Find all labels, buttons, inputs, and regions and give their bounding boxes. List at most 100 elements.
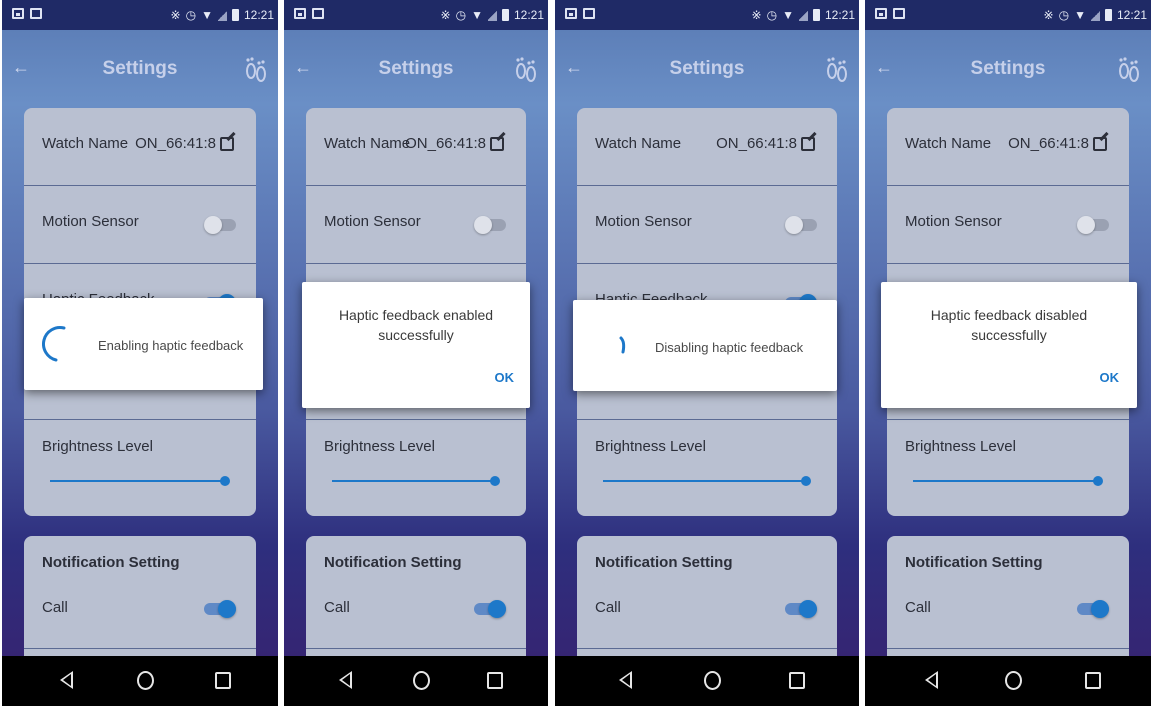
motion-sensor-row: Motion Sensor (887, 186, 1129, 264)
page-title: Settings (378, 58, 454, 79)
signal-icon (217, 9, 227, 21)
brightness-label: Brightness Level (595, 438, 706, 455)
slider-track (913, 480, 1099, 482)
card-divider (24, 648, 256, 649)
toggle-thumb (799, 600, 817, 618)
call-toggle[interactable] (204, 600, 236, 618)
watch-name-row[interactable]: Watch Name ON_66:41:8 (887, 108, 1129, 186)
toggle-thumb (1077, 216, 1095, 234)
watch-name-label: Watch Name (905, 135, 992, 152)
slider-track (332, 480, 496, 482)
footprints-icon[interactable] (242, 54, 270, 84)
notification-setting-title: Notification Setting (595, 554, 733, 571)
alert-message-line1: Haptic feedback disabled (930, 307, 1088, 323)
wifi-icon: ▼ (782, 8, 794, 22)
bluetooth-icon: ※ (751, 8, 762, 22)
ok-button[interactable]: OK (495, 370, 515, 385)
progress-dialog: Disabling haptic feedback (573, 300, 837, 391)
nav-home-icon[interactable] (1005, 671, 1022, 690)
nav-back-icon[interactable] (339, 671, 352, 689)
status-time: 12:21 (1116, 8, 1147, 22)
file-notification-icon (30, 8, 42, 19)
motion-sensor-label: Motion Sensor (905, 213, 1002, 230)
slider-track (50, 480, 226, 482)
progress-dialog: Enabling haptic feedback (24, 298, 263, 390)
watch-name-value-group[interactable]: ON_66:41:8 (405, 135, 504, 152)
footprints-icon[interactable] (512, 54, 540, 84)
slider-knob[interactable] (801, 476, 811, 486)
brightness-label: Brightness Level (42, 438, 153, 455)
nav-recent-apps-icon[interactable] (487, 672, 503, 689)
toggle-thumb (474, 216, 492, 234)
footprints-icon[interactable] (1115, 54, 1143, 84)
watch-name-value: ON_66:41:8 (135, 135, 216, 152)
nav-home-icon[interactable] (413, 671, 430, 690)
toggle-thumb (204, 216, 222, 234)
notification-icons (875, 8, 905, 19)
system-icons: ※ ◷ ▼ 12:21 (1044, 8, 1147, 22)
brightness-slider[interactable] (913, 476, 1103, 486)
watch-name-row[interactable]: Watch Name ON_66:41:8 (306, 108, 526, 186)
call-toggle[interactable] (1077, 600, 1109, 618)
call-toggle[interactable] (474, 600, 506, 618)
footprints-icon[interactable] (823, 54, 851, 84)
file-notification-icon (893, 8, 905, 19)
file-notification-icon (312, 8, 324, 19)
alarm-icon: ◷ (766, 8, 778, 22)
notification-icons (565, 8, 595, 19)
image-notification-icon (294, 8, 306, 19)
watch-name-row[interactable]: Watch Name ON_66:41:8 (577, 108, 837, 186)
watch-name-label: Watch Name (324, 135, 411, 152)
brightness-slider[interactable] (332, 476, 500, 486)
motion-sensor-toggle[interactable] (1077, 216, 1109, 234)
nav-recent-apps-icon[interactable] (215, 672, 231, 689)
navigation-bar (555, 656, 859, 706)
watch-name-value-group[interactable]: ON_66:41:8 (716, 135, 815, 152)
slider-knob[interactable] (1093, 476, 1103, 486)
brightness-label: Brightness Level (324, 438, 435, 455)
card-divider (577, 648, 837, 649)
ok-button[interactable]: OK (1100, 370, 1120, 385)
alert-dialog: Haptic feedback disabled successfully OK (881, 282, 1137, 408)
navigation-bar (284, 656, 548, 706)
slider-knob[interactable] (220, 476, 230, 486)
motion-sensor-row: Motion Sensor (577, 186, 837, 264)
alert-dialog: Haptic feedback enabled successfully OK (302, 282, 530, 408)
page-title: Settings (669, 58, 745, 79)
navigation-bar (2, 656, 278, 706)
edit-icon[interactable] (801, 136, 815, 151)
nav-back-icon[interactable] (60, 671, 73, 689)
call-toggle[interactable] (785, 600, 817, 618)
nav-back-icon[interactable] (619, 671, 632, 689)
nav-back-icon[interactable] (925, 671, 938, 689)
watch-name-row[interactable]: Watch Name ON_66:41:8 (24, 108, 256, 186)
nav-recent-apps-icon[interactable] (1085, 672, 1101, 689)
nav-home-icon[interactable] (137, 671, 154, 690)
edit-icon[interactable] (490, 136, 504, 151)
page-title: Settings (970, 58, 1046, 79)
loading-spinner-icon (42, 326, 66, 362)
notification-icons (294, 8, 324, 19)
nav-home-icon[interactable] (704, 671, 721, 690)
progress-message: Enabling haptic feedback (98, 338, 244, 353)
page-title: Settings (102, 58, 178, 79)
watch-name-value-group[interactable]: ON_66:41:8 (135, 135, 234, 152)
edit-icon[interactable] (1093, 136, 1107, 151)
motion-sensor-row: Motion Sensor (306, 186, 526, 264)
motion-sensor-toggle[interactable] (474, 216, 506, 234)
status-bar: ※ ◷ ▼ 12:21 (555, 0, 859, 30)
brightness-slider[interactable] (50, 476, 230, 486)
slider-knob[interactable] (490, 476, 500, 486)
motion-sensor-toggle[interactable] (204, 216, 236, 234)
watch-name-label: Watch Name (595, 135, 682, 152)
nav-recent-apps-icon[interactable] (789, 672, 805, 689)
edit-icon[interactable] (220, 136, 234, 151)
wifi-icon: ▼ (1074, 8, 1086, 22)
watch-name-value-group[interactable]: ON_66:41:8 (1008, 135, 1107, 152)
status-time: 12:21 (513, 8, 544, 22)
watch-name-label: Watch Name (42, 135, 129, 152)
motion-sensor-toggle[interactable] (785, 216, 817, 234)
call-label: Call (595, 599, 621, 616)
toggle-thumb (488, 600, 506, 618)
brightness-slider[interactable] (603, 476, 811, 486)
